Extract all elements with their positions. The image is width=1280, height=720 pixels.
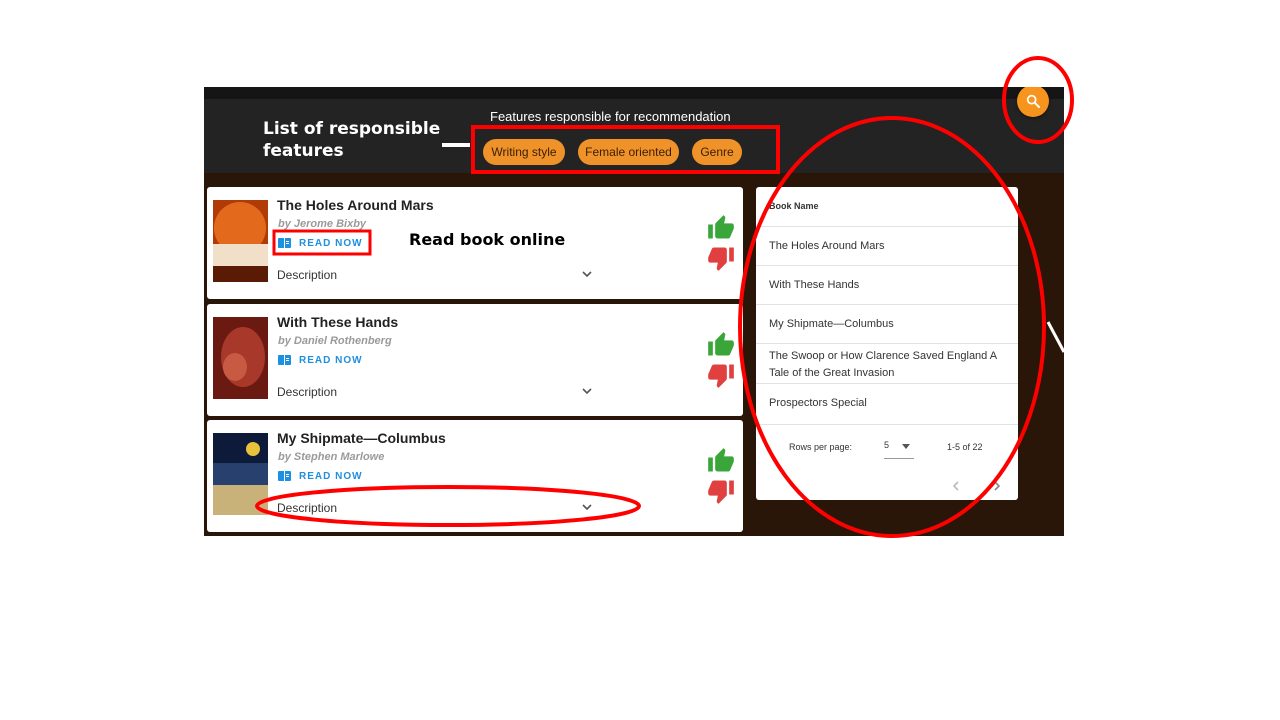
- highlight-read-box: [272, 229, 372, 256]
- annotation-pointer: [1046, 321, 1066, 353]
- highlight-features-box: [471, 125, 780, 174]
- highlight-table-circle: [738, 116, 1046, 538]
- highlight-description-circle: [255, 485, 641, 527]
- highlight-search-circle: [1002, 56, 1074, 144]
- highlight-overlay: [255, 56, 1074, 538]
